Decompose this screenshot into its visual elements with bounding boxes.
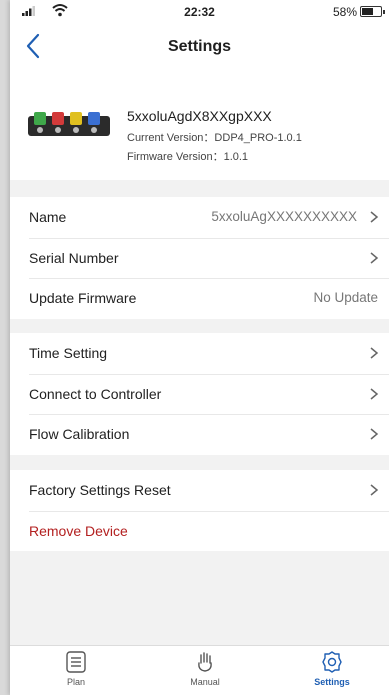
time-setting-row[interactable]: Time Setting — [10, 333, 389, 374]
chevron-right-icon — [370, 211, 379, 223]
tab-settings-label: Settings — [314, 677, 350, 687]
flow-calibration-row[interactable]: Flow Calibration — [10, 414, 389, 455]
chevron-right-icon — [370, 251, 379, 264]
status-bar: 22:32 58% — [10, 0, 389, 22]
tab-plan[interactable]: Plan — [36, 650, 116, 687]
device-image — [28, 112, 110, 136]
chevron-right-icon — [370, 484, 379, 496]
tab-bar: Plan Manual Settings — [10, 645, 389, 695]
tab-manual[interactable]: Manual — [165, 650, 245, 687]
serial-number-label: Serial Number — [29, 249, 119, 266]
name-row[interactable]: Name 5xxoluAgXXXXXXXXXX — [10, 197, 389, 238]
device-header: 5xxoluAgdX8XXgpXXX Current Version：DDP4_… — [10, 70, 389, 180]
time-setting-label: Time Setting — [29, 345, 108, 361]
phone-screen: 22:32 58% Settings 5xxoluAgdX8XXgpXXX Cu… — [10, 0, 389, 695]
current-version: Current Version：DDP4_PRO-1.0.1 — [127, 132, 302, 144]
remove-device-button[interactable]: Remove Device — [10, 510, 389, 552]
gear-icon — [322, 651, 342, 673]
remove-device-label: Remove Device — [29, 522, 128, 539]
serial-number-row[interactable]: Serial Number — [10, 237, 389, 279]
flow-calibration-label: Flow Calibration — [29, 426, 130, 442]
navigation-bar: Settings — [10, 22, 389, 70]
update-firmware-label: Update Firmware — [29, 290, 137, 306]
page-title: Settings — [167, 38, 232, 55]
factory-reset-label: Factory Settings Reset — [29, 482, 171, 498]
connect-controller-row[interactable]: Connect to Controller — [10, 373, 389, 415]
chevron-right-icon — [370, 428, 379, 440]
device-controls-group: Time Setting Connect to Controller Flow … — [10, 333, 389, 455]
connect-controller-label: Connect to Controller — [29, 385, 162, 402]
tab-settings[interactable]: Settings — [292, 650, 372, 687]
chevron-right-icon — [370, 387, 379, 400]
tab-plan-label: Plan — [66, 677, 85, 687]
factory-reset-row[interactable]: Factory Settings Reset — [10, 470, 389, 511]
battery-percent: 58% — [332, 5, 357, 19]
device-info-group: Name 5xxoluAgXXXXXXXXXX Serial Number Up… — [10, 197, 389, 319]
name-value: 5xxoluAgXXXXXXXXXX — [211, 209, 357, 224]
battery-icon — [360, 6, 385, 17]
name-label: Name — [29, 209, 67, 225]
firmware-version: Firmware Version：1.0.1 — [127, 151, 249, 163]
list-icon — [66, 651, 86, 673]
update-status: No Update — [313, 290, 378, 305]
update-firmware-row[interactable]: Update Firmware No Update — [10, 278, 389, 319]
hand-icon — [198, 652, 212, 672]
chevron-right-icon — [370, 347, 379, 359]
device-danger-group: Factory Settings Reset Remove Device — [10, 470, 389, 551]
device-name: 5xxoluAgdX8XXgpXXX — [127, 108, 272, 124]
tab-manual-label: Manual — [190, 677, 220, 687]
